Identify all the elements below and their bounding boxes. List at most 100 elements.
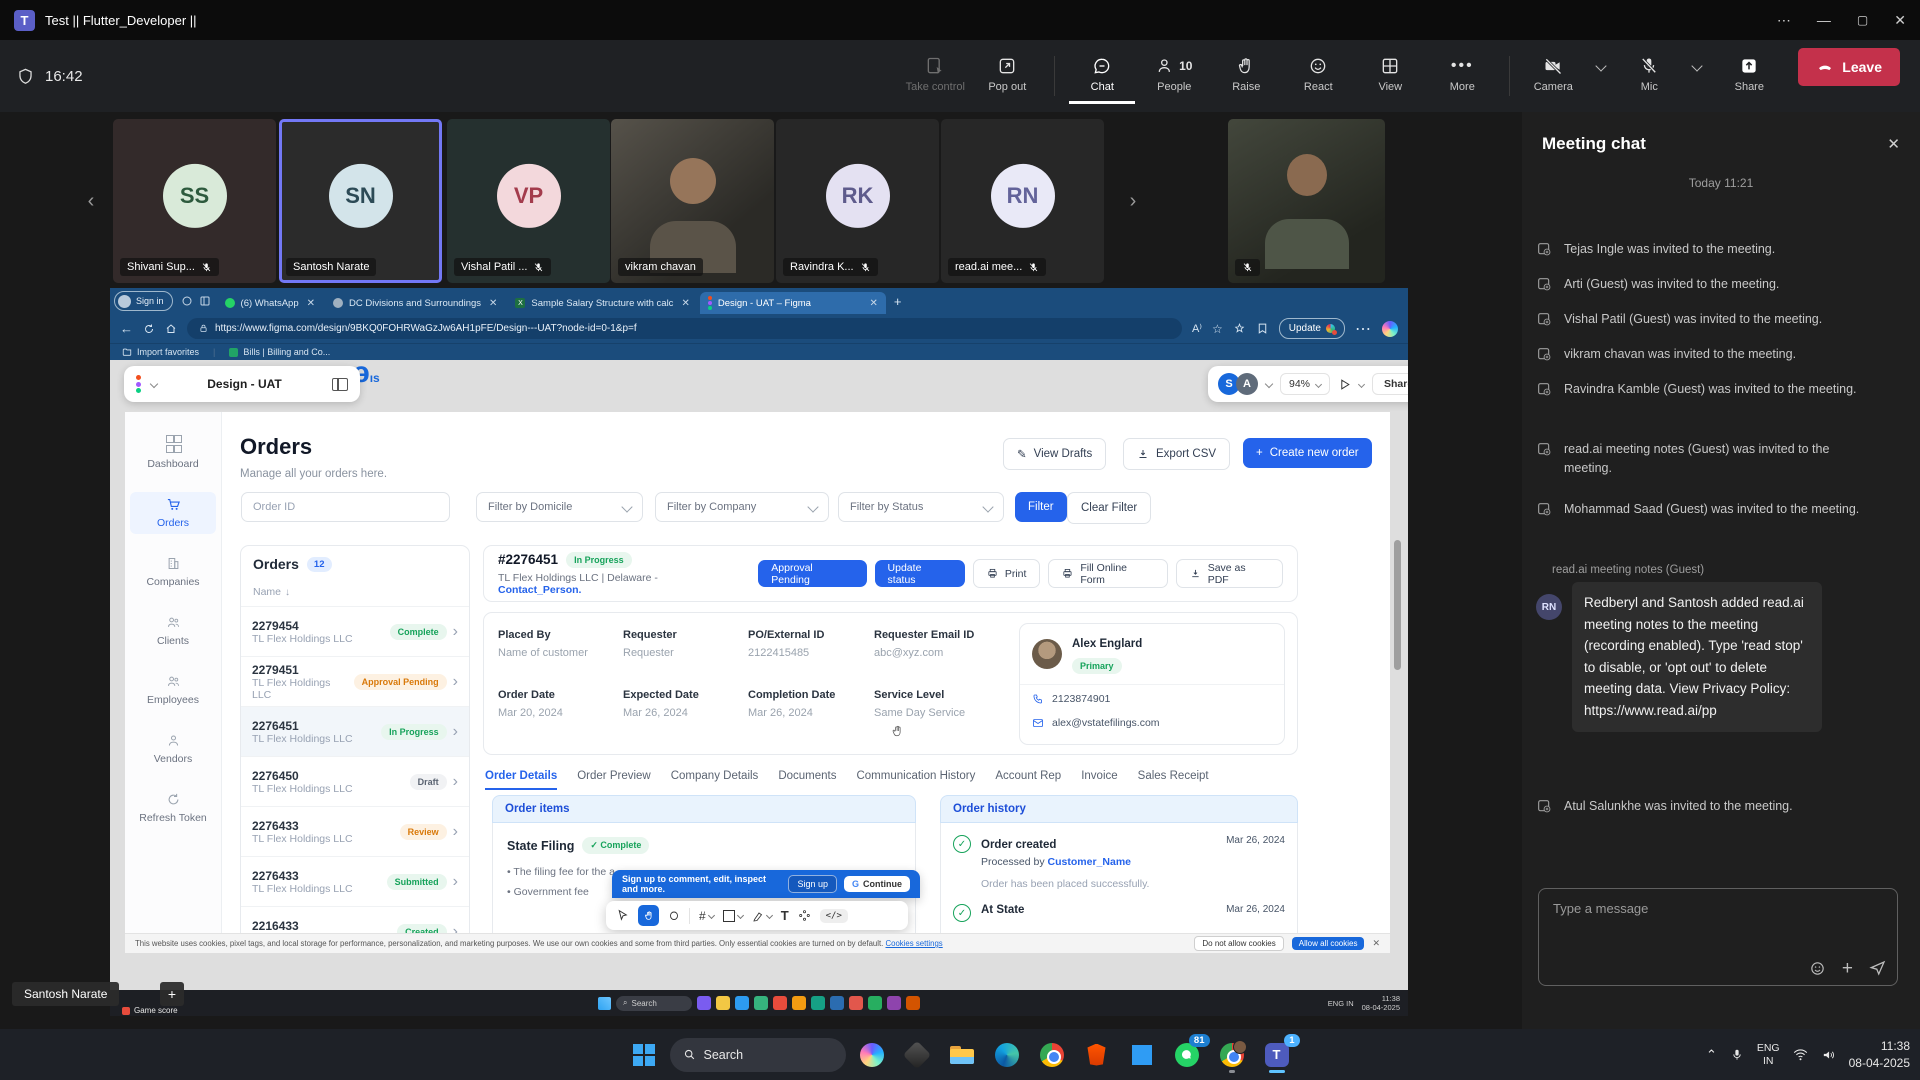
brave-icon[interactable] [1078,1036,1116,1074]
whatsapp-icon[interactable]: 81 [1168,1036,1206,1074]
approval-pending-button[interactable]: Approval Pending [758,560,866,587]
mini-app-icon[interactable] [697,996,711,1010]
browser-update-button[interactable]: Update [1279,318,1345,339]
filter-company-select[interactable]: Filter by Company [655,492,829,522]
home-icon[interactable] [165,323,177,335]
component-tool-icon[interactable] [798,909,811,922]
canvas-scrollbar[interactable] [1394,540,1401,670]
hidden-icons-chevron[interactable]: ⌃ [1706,1047,1717,1063]
signup-button[interactable]: Sign up [788,875,837,893]
react-button[interactable]: React [1285,48,1351,104]
chrome-icon[interactable] [1033,1036,1071,1074]
pop-out-button[interactable]: Pop out [974,48,1040,104]
camera-dropdown[interactable] [1588,48,1614,104]
tab-close-icon[interactable]: ✕ [869,298,877,309]
video-tile[interactable]: RK Ravindra K... [776,119,939,283]
video-tile-active-speaker[interactable]: SN Santosh Narate [279,119,442,283]
sidebar-item-orders[interactable]: Orders [130,492,216,534]
deny-cookies-button[interactable]: Do not allow cookies [1194,936,1283,951]
export-csv-button[interactable]: Export CSV [1123,438,1230,470]
mini-app-icon[interactable] [792,996,806,1010]
fill-online-form-button[interactable]: Fill Online Form [1048,559,1167,588]
favorites-bar-icon[interactable] [1256,322,1269,335]
copilot-icon[interactable] [853,1036,891,1074]
mic-button[interactable]: Mic [1620,48,1678,104]
mini-app-icon[interactable] [830,996,844,1010]
tiles-scroll-right[interactable]: › [1120,119,1146,283]
create-new-order-button[interactable]: +Create new order [1243,438,1372,468]
mini-app-icon[interactable] [811,996,825,1010]
camera-button[interactable]: Camera [1524,48,1582,104]
taskbar-search[interactable]: Search [670,1038,846,1072]
dev-mode-toggle[interactable]: </> [820,909,848,923]
tiles-scroll-left[interactable]: ‹ [78,119,104,283]
cookie-close-icon[interactable]: ✕ [1372,938,1380,949]
start-button[interactable] [625,1036,663,1074]
browser-tab[interactable]: DC Divisions and Surroundings✕ [325,292,505,314]
google-continue-button[interactable]: G Continue [844,876,910,892]
teams-icon[interactable]: T 1 [1258,1036,1296,1074]
vertical-tabs-icon[interactable] [199,295,211,307]
chrome-profile-icon[interactable] [1213,1036,1251,1074]
read-aloud-icon[interactable]: A⁾ [1192,322,1202,335]
window-more-icon[interactable]: ⋯ [1777,12,1791,29]
sidebar-item-employees[interactable]: Employees [130,669,216,711]
sort-desc-icon[interactable]: ↓ [285,587,290,598]
video-tile-camera-on[interactable]: vikram chavan [611,119,774,283]
import-favorites-button[interactable]: Import favorites [122,347,199,357]
mini-start-icon[interactable] [598,997,611,1010]
print-button[interactable]: Print [973,559,1041,588]
mini-search[interactable]: ⌕ Search [616,996,692,1011]
wifi-icon[interactable] [1793,1048,1808,1061]
tab-order-details[interactable]: Order Details [485,770,557,790]
tab-documents[interactable]: Documents [778,770,836,790]
bookmark-bills[interactable]: Bills | Billing and Co... [229,347,330,357]
mini-app-icon[interactable] [754,996,768,1010]
order-row-selected[interactable]: 2276451TL Flex Holdings LLC In Progress … [241,706,469,756]
chat-button[interactable]: Chat [1069,48,1135,104]
video-tile[interactable]: SS Shivani Sup... [113,119,276,283]
present-icon[interactable] [1338,378,1351,391]
sidebar-item-clients[interactable]: Clients [130,610,216,652]
filter-status-select[interactable]: Filter by Status [838,492,1004,522]
mic-dropdown[interactable] [1684,48,1710,104]
window-minimize-icon[interactable]: — [1817,12,1831,28]
customer-name-link[interactable]: Customer_Name [1048,856,1131,868]
vscode-icon[interactable] [1123,1036,1161,1074]
mini-app-icon[interactable] [716,996,730,1010]
new-tab-button[interactable]: + [894,294,902,309]
order-row[interactable]: 2276450TL Flex Holdings LLC Draft › [241,756,469,806]
refresh-icon[interactable] [143,323,155,335]
update-status-button[interactable]: Update status [875,560,965,587]
order-row[interactable]: 2279454TL Flex Holdings LLC Complete › [241,607,469,656]
chat-close-icon[interactable]: ✕ [1887,135,1900,153]
filter-clear-button[interactable]: Clear Filter [1067,492,1151,524]
allow-cookies-button[interactable]: Allow all cookies [1292,937,1365,950]
raise-button[interactable]: Raise [1213,48,1279,104]
emoji-icon[interactable] [1809,960,1826,977]
sidebar-item-vendors[interactable]: Vendors [130,728,216,770]
favorite-star-icon[interactable]: ☆ [1212,322,1223,336]
order-id-input[interactable]: Order ID [241,492,450,522]
browser-menu-icon[interactable]: ⋯ [1355,319,1372,339]
workspaces-icon[interactable] [181,295,193,307]
back-icon[interactable]: ← [120,321,133,336]
presenter-add-button[interactable]: + [160,982,184,1006]
leave-button[interactable]: Leave [1798,48,1900,86]
tab-close-icon[interactable]: ✕ [307,298,315,309]
figma-doc-title[interactable]: Design - UAT [167,377,322,391]
tab-sales-receipt[interactable]: Sales Receipt [1138,770,1209,790]
tab-communication-history[interactable]: Communication History [856,770,975,790]
pen-tool[interactable] [752,910,772,922]
frame-tool[interactable]: # [699,909,714,923]
filter-apply-button[interactable]: Filter [1015,492,1067,522]
browser-tab-active[interactable]: Design - UAT – Figma✕ [700,292,886,314]
file-explorer-icon[interactable] [943,1036,981,1074]
edge-icon[interactable] [988,1036,1026,1074]
video-tile[interactable]: VP Vishal Patil ... [447,119,610,283]
collaborator-avatar[interactable]: A [1236,373,1258,395]
view-button[interactable]: View [1357,48,1423,104]
save-as-pdf-button[interactable]: Save as PDF [1176,559,1283,588]
figma-share-button[interactable]: Share [1372,373,1408,395]
language-indicator[interactable]: ENGIN [1757,1042,1780,1067]
